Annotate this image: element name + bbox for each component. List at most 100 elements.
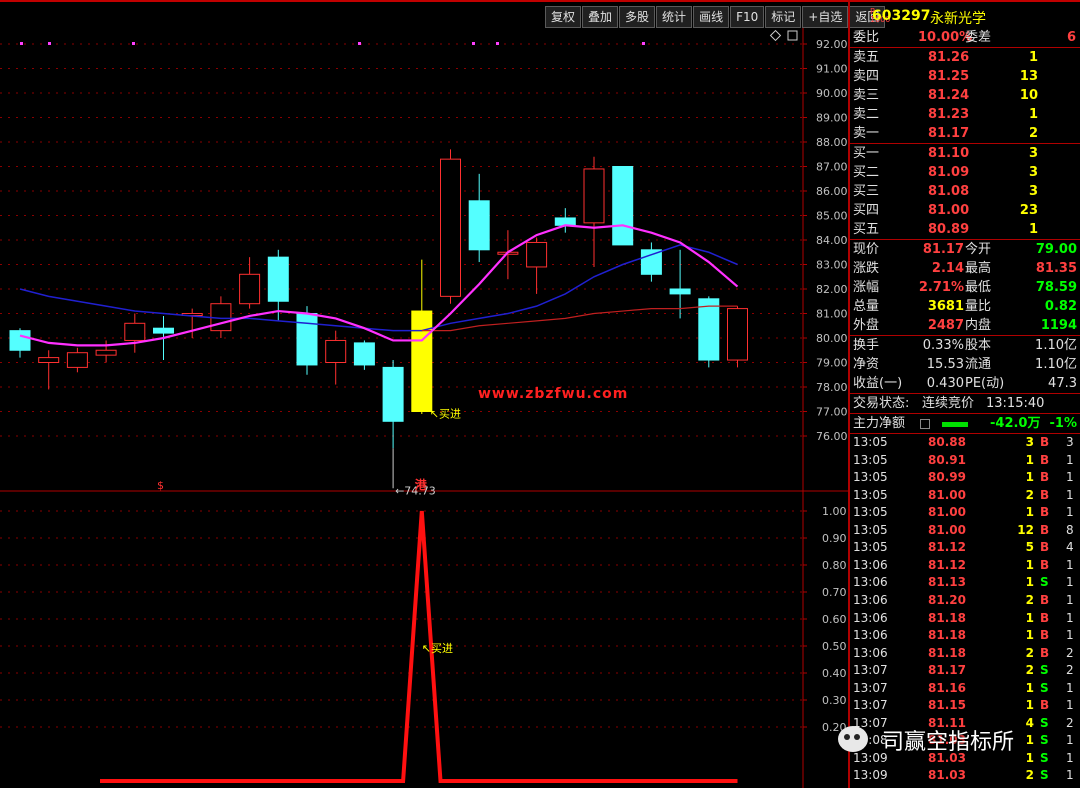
candle[interactable]: [497, 230, 519, 280]
signal-dot: [472, 42, 475, 45]
candle[interactable]: [612, 166, 634, 246]
quote-value-2: 79.00: [1035, 242, 1077, 257]
candle[interactable]: [382, 360, 404, 449]
candlestick-chart[interactable]: 92.00 91.00 90.00 89.00 88.00 87.00 86.00 85.00…: [0, 0, 848, 788]
bid-row: 买四 81.00 23: [850, 201, 1080, 220]
ask-row: 卖五 81.26 1: [850, 48, 1080, 67]
tick-volume: 1: [1025, 628, 1034, 643]
candle[interactable]: [411, 259, 433, 414]
candle[interactable]: [526, 237, 548, 294]
tick-count: 1: [1066, 628, 1074, 643]
dollar-marker: $: [157, 479, 164, 492]
sub-y-tick-label: 0.90: [822, 532, 847, 545]
tick-price: 81.16: [928, 680, 966, 695]
candle[interactable]: [554, 208, 576, 233]
tick-price: 81.03: [928, 768, 966, 783]
tick-price: 81.13: [928, 575, 966, 590]
tick-row: 13:05 81.00 1 B 1: [850, 504, 1080, 521]
tick-side: B: [1040, 592, 1050, 607]
quote-label: 现价: [853, 242, 880, 257]
y-tick-label: 82.00: [816, 283, 848, 296]
quote-row: 总量 3681 量比 0.82: [850, 297, 1080, 316]
signal-dot: [20, 42, 23, 45]
signal-dot: [642, 42, 645, 45]
tick-side: S: [1040, 680, 1049, 695]
y-tick-label: 84.00: [816, 234, 848, 247]
tick-count: 1: [1066, 452, 1074, 467]
fund-label-2: 股本: [965, 338, 992, 353]
tick-count: 2: [1066, 645, 1074, 660]
tick-row: 13:06 81.18 1 B 1: [850, 627, 1080, 644]
tick-price: 81.12: [928, 557, 966, 572]
fund-row: 净资 15.53 流通 1.10亿: [850, 355, 1080, 374]
symbol-code: 603297: [872, 8, 931, 24]
tick-volume: 2: [1025, 768, 1034, 783]
tick-time: 13:07: [853, 663, 888, 678]
candle[interactable]: [325, 330, 347, 385]
quote-label-2: 最高: [965, 261, 992, 276]
tick-row: 13:09 81.03 2 S 1: [850, 767, 1080, 784]
tick-time: 13:06: [853, 575, 888, 590]
candle[interactable]: [468, 173, 490, 263]
tick-volume: 2: [1025, 663, 1034, 678]
y-tick-label: 86.00: [816, 185, 848, 198]
chart-settings-icon[interactable]: [769, 29, 798, 42]
tick-count: 1: [1066, 557, 1074, 572]
candle[interactable]: [640, 242, 662, 282]
tick-side: S: [1040, 663, 1049, 678]
quote-label-2: 量比: [965, 299, 992, 314]
tick-time: 13:05: [853, 435, 888, 449]
candle[interactable]: [727, 306, 748, 368]
ask-price: 81.23: [928, 107, 970, 122]
candle[interactable]: [353, 340, 375, 370]
ask-row: 卖一 81.17 2: [850, 124, 1080, 143]
candle[interactable]: [440, 149, 461, 304]
fund-row: 换手 0.33% 股本 1.10亿: [850, 336, 1080, 355]
sub-y-tick-label: 0.40: [822, 667, 847, 680]
tick-count: 1: [1066, 610, 1074, 625]
fund-value-2: 1.10亿: [1035, 338, 1077, 353]
trade-status-time: 13:15:40: [986, 396, 1045, 411]
candle[interactable]: [9, 328, 31, 358]
y-tick-label: 85.00: [816, 210, 848, 223]
y-tick-label: 90.00: [816, 87, 848, 100]
fund-label-2: PE(动): [965, 376, 1005, 391]
ask-price: 81.24: [928, 88, 970, 103]
tick-side: B: [1040, 452, 1050, 467]
tick-volume: 1: [1025, 698, 1034, 713]
ask-volume: 10: [1019, 88, 1038, 103]
tick-volume: 1: [1025, 680, 1034, 695]
quote-row: 涨跌 2.14 最高 81.35: [850, 259, 1080, 278]
bid-volume: 3: [1028, 165, 1038, 180]
ask-volume: 1: [1028, 50, 1038, 65]
candle[interactable]: [66, 347, 88, 373]
tick-side: B: [1040, 557, 1050, 572]
signal-dot: [358, 42, 361, 45]
quote-value-2: 0.82: [1044, 299, 1077, 314]
order-diff-label: 委差: [965, 30, 992, 45]
tick-row: 13:06 81.18 2 B 2: [850, 645, 1080, 662]
ask-volume: 2: [1028, 126, 1038, 141]
bid-volume: 3: [1028, 146, 1038, 161]
bid-volume: 23: [1019, 203, 1038, 218]
tick-count: 2: [1066, 663, 1074, 678]
bid-price: 81.00: [928, 203, 970, 218]
quote-value: 81.17: [922, 242, 964, 257]
ask-volume: 13: [1019, 69, 1038, 84]
ask-row: 卖二 81.23 1: [850, 105, 1080, 124]
tick-row: 13:05 80.91 1 B 1: [850, 452, 1080, 469]
candle[interactable]: [181, 308, 203, 338]
bid-row: 买三 81.08 3: [850, 182, 1080, 201]
tick-side: B: [1040, 628, 1050, 643]
tick-volume: 2: [1025, 592, 1034, 607]
quote-value-2: 81.35: [1035, 261, 1077, 276]
candle[interactable]: [583, 156, 605, 267]
tick-volume: 1: [1025, 470, 1034, 485]
y-tick-label: 77.00: [816, 406, 848, 419]
tick-row: 13:07 81.15 1 B 1: [850, 697, 1080, 714]
bid-price: 81.08: [928, 184, 970, 199]
bid-price: 81.10: [928, 146, 970, 161]
candle[interactable]: [296, 306, 318, 375]
candle[interactable]: [38, 350, 60, 390]
candle[interactable]: [124, 313, 146, 353]
